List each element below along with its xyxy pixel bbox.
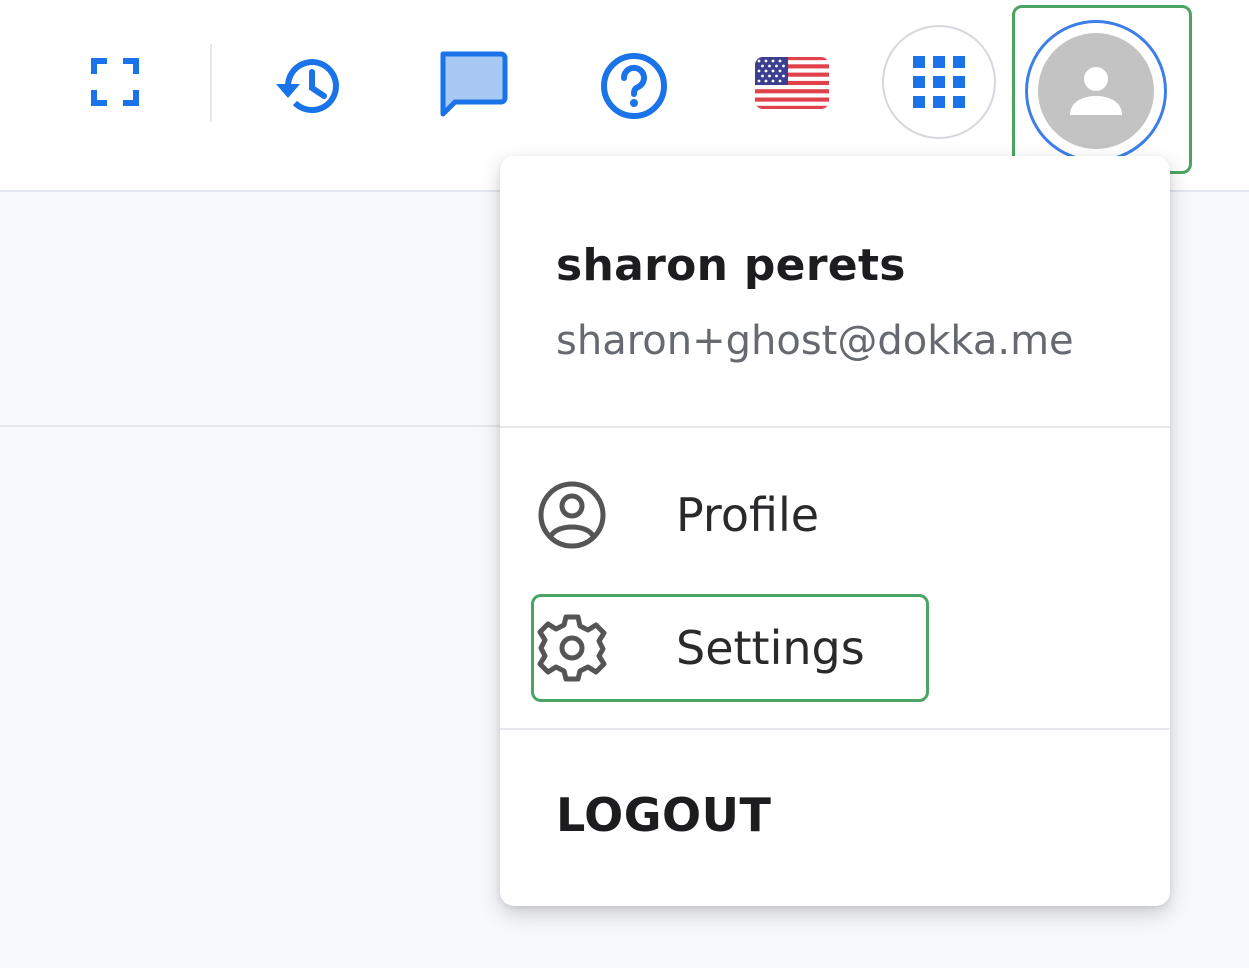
language-button[interactable]	[750, 52, 834, 114]
avatar-button[interactable]	[1025, 20, 1167, 162]
toolbar-separator	[210, 44, 212, 122]
user-name: sharon perets	[556, 240, 906, 291]
avatar-icon	[1070, 67, 1122, 115]
profile-icon	[532, 475, 612, 555]
help-icon	[601, 53, 667, 119]
us-flag-icon	[755, 57, 829, 109]
menu-item-label: Profile	[676, 488, 820, 542]
menu-item-label: Settings	[676, 621, 865, 675]
avatar	[1038, 33, 1154, 149]
user-email: sharon+ghost@dokka.me	[556, 318, 1074, 364]
menu-divider	[500, 728, 1170, 730]
chat-button[interactable]	[432, 46, 512, 122]
fullscreen-icon	[91, 58, 139, 106]
menu-divider	[500, 426, 1170, 428]
apps-grid-icon	[913, 56, 965, 108]
logout-button[interactable]: LOGOUT	[556, 788, 771, 842]
user-menu: sharon perets sharon+ghost@dokka.me Prof…	[500, 156, 1170, 906]
chat-icon	[440, 51, 508, 117]
content-divider	[0, 425, 520, 427]
gear-icon	[532, 608, 612, 688]
history-button[interactable]	[268, 46, 348, 126]
history-icon	[276, 59, 339, 114]
menu-item-settings[interactable]: Settings	[532, 595, 928, 701]
apps-button[interactable]	[882, 25, 996, 139]
fullscreen-button[interactable]	[80, 50, 150, 114]
menu-item-profile[interactable]: Profile	[532, 462, 928, 568]
help-button[interactable]	[594, 46, 674, 126]
